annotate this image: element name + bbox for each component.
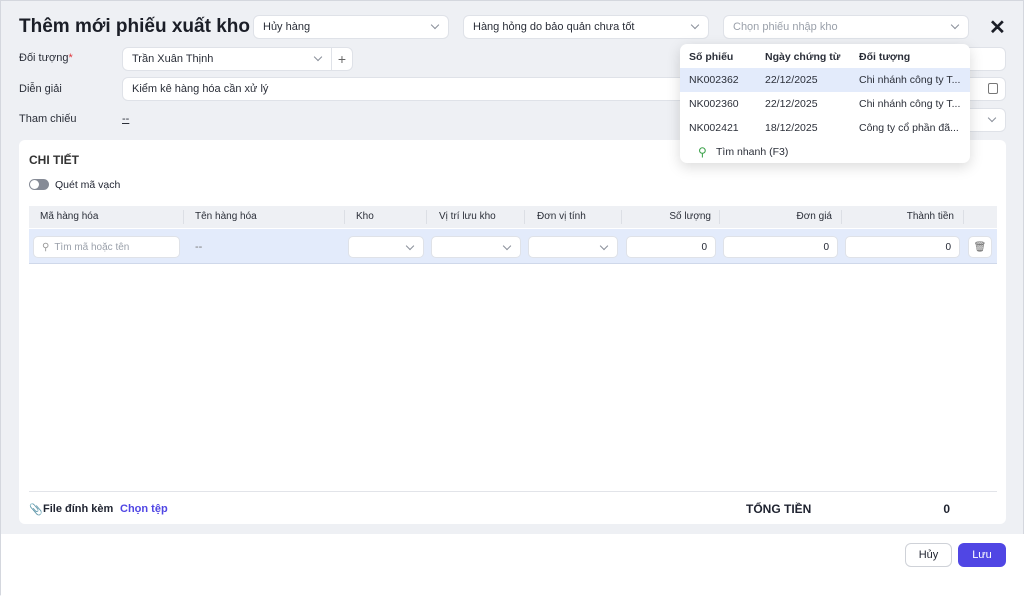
save-button[interactable]: Lưu (958, 543, 1006, 567)
paperclip-icon: 📎 (29, 504, 43, 516)
warehouse-select[interactable] (348, 236, 424, 258)
detail-card (19, 140, 1006, 524)
col-price: Đơn giá (796, 211, 832, 222)
object-label-text: Đối tượng (19, 52, 69, 64)
search-placeholder: Tìm mã hoặc tên (54, 241, 130, 253)
unit-select[interactable] (528, 236, 618, 258)
col-unit: Đơn vị tính (537, 211, 586, 222)
chevron-down-icon (405, 241, 415, 251)
receipt-dropdown: Số phiếu Ngày chứng từ Đối tượng NK00236… (680, 44, 970, 163)
barcode-toggle[interactable] (29, 179, 49, 190)
dropdown-row[interactable]: NK002360 22/12/2025 Chi nhánh công ty T.… (680, 92, 970, 116)
object-select[interactable]: Trần Xuân Thịnh (122, 47, 332, 71)
amount-input[interactable]: 0 (845, 236, 960, 258)
description-value: Kiểm kê hàng hóa cần xử lý (132, 83, 269, 95)
row-object: Chi nhánh công ty T... (859, 98, 961, 110)
col-name: Tên hàng hóa (195, 211, 257, 222)
total-label: TỔNG TIỀN (746, 502, 812, 516)
col-divider (183, 210, 184, 224)
reason-select[interactable]: Hủy hàng (253, 15, 449, 39)
reference-label: Tham chiếu (19, 113, 77, 125)
close-icon[interactable]: ✕ (989, 15, 1006, 40)
chevron-down-icon (690, 20, 700, 30)
chevron-down-icon (502, 241, 512, 251)
row-date: 22/12/2025 (765, 98, 818, 110)
row-object: Chi nhánh công ty T... (859, 74, 961, 86)
reference-link[interactable]: -- (122, 113, 129, 125)
attachment-label: File đính kèm (43, 503, 114, 515)
footer-divider (29, 491, 997, 492)
quantity-input[interactable]: 0 (626, 236, 716, 258)
row-number: NK002360 (689, 98, 739, 110)
dropdown-row[interactable]: NK002421 18/12/2025 Công ty cổ phần đã..… (680, 116, 970, 140)
chevron-down-icon (987, 113, 997, 123)
reason-value: Hủy hàng (263, 21, 311, 33)
quick-search-button[interactable]: ⚲ Tìm nhanh (F3) (680, 140, 970, 164)
receipt-placeholder: Chọn phiếu nhập kho (733, 21, 838, 33)
description-input[interactable]: Kiểm kê hàng hóa cần xử lý (122, 77, 697, 101)
detail-title: CHI TIẾT (29, 153, 79, 167)
col-code: Mã hàng hóa (40, 211, 99, 222)
search-icon: ⚲ (698, 145, 707, 159)
col-quantity: Số lượng (669, 211, 711, 222)
price-input[interactable]: 0 (723, 236, 838, 258)
row-date: 18/12/2025 (765, 122, 818, 134)
chevron-down-icon (950, 20, 960, 30)
receipt-select[interactable]: Chọn phiếu nhập kho (723, 15, 969, 39)
quick-search-label: Tìm nhanh (F3) (716, 146, 789, 158)
chevron-down-icon (599, 241, 609, 251)
bottom-bar (1, 534, 1024, 596)
delete-row-button[interactable]: 🗑 (968, 236, 992, 258)
calendar-icon[interactable] (988, 83, 998, 94)
dropdown-row[interactable]: NK002362 22/12/2025 Chi nhánh công ty T.… (680, 68, 970, 92)
reason-detail-value: Hàng hỏng do bảo quản chưa tốt (473, 21, 635, 33)
search-icon: ⚲ (42, 241, 50, 253)
dropdown-header: Số phiếu Ngày chứng từ Đối tượng (680, 45, 970, 69)
total-value: 0 (943, 502, 950, 516)
col-divider (344, 210, 345, 224)
product-search-input[interactable]: ⚲ Tìm mã hoặc tên (33, 236, 180, 258)
description-label: Diễn giải (19, 83, 62, 95)
col-divider (426, 210, 427, 224)
header-date: Ngày chứng từ (765, 51, 841, 63)
col-amount: Thành tiền (906, 211, 954, 222)
object-label: Đối tượng* (19, 52, 73, 64)
add-object-button[interactable]: + (331, 47, 353, 71)
chevron-down-icon (313, 52, 323, 62)
choose-file-link[interactable]: Chọn tệp (120, 503, 168, 515)
object-value: Trần Xuân Thịnh (132, 53, 214, 65)
chevron-down-icon (430, 20, 440, 30)
barcode-label: Quét mã vạch (55, 179, 121, 191)
reason-detail-select[interactable]: Hàng hỏng do bảo quản chưa tốt (463, 15, 709, 39)
header-number: Số phiếu (689, 51, 734, 63)
required-mark: * (68, 52, 73, 64)
header-object: Đối tượng (859, 51, 911, 63)
location-select[interactable] (431, 236, 521, 258)
col-location: Vị trí lưu kho (439, 211, 496, 222)
col-divider (719, 210, 720, 224)
row-object: Công ty cổ phần đã... (859, 122, 959, 134)
row-number: NK002362 (689, 74, 739, 86)
page-title: Thêm mới phiếu xuất kho (19, 16, 250, 37)
row-number: NK002421 (689, 122, 739, 134)
col-divider (524, 210, 525, 224)
col-divider (963, 210, 964, 224)
row-date: 22/12/2025 (765, 74, 818, 86)
product-name: -- (195, 241, 203, 253)
col-warehouse: Kho (356, 211, 374, 222)
cancel-button[interactable]: Hủy (905, 543, 952, 567)
